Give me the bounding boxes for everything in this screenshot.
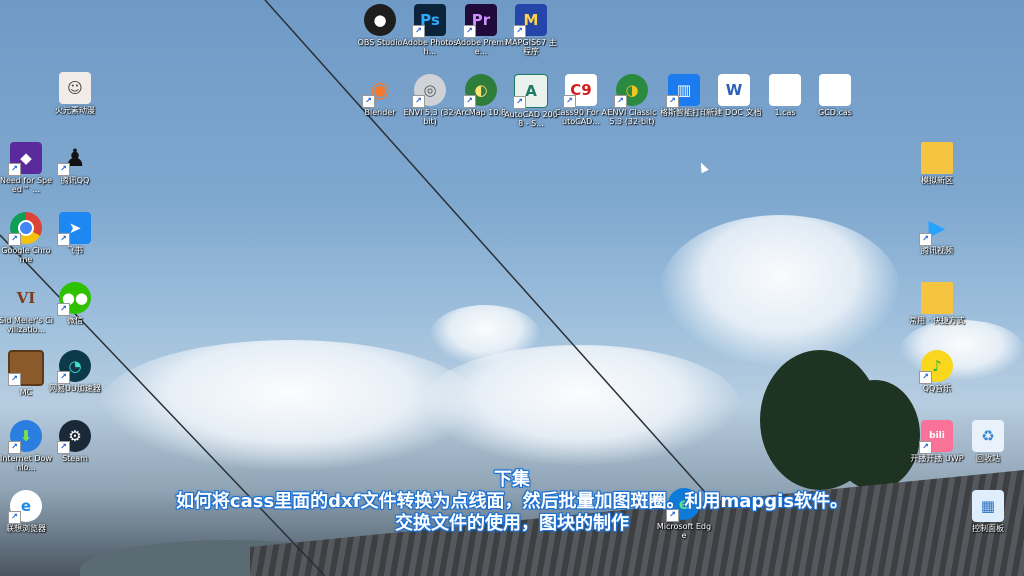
print-app-icon: ▥ ↗ [666,74,700,108]
tencent-video-icon: ▶ ↗ [919,212,953,246]
game-icon: ◆ ↗ [8,142,42,176]
steam-icon: ⚙ ↗ [57,420,91,454]
desktop-icon-uu[interactable]: ◔ ↗ 网易UU加速器 [47,350,103,393]
desktop-icon-qqmusic[interactable]: ♪ ↗ QQ音乐 [909,350,965,393]
qq-music-icon: ♪ ↗ [919,350,953,384]
icon-label: 腾讯视频 [921,246,953,255]
file-icon [819,74,851,106]
desktop-icon-folder1[interactable]: 模拟新区 [909,142,965,185]
desktop-icon-hengxing[interactable]: ▥ ↗ 格斯智能打印 [656,74,712,117]
civ-icon: VI [16,289,36,307]
desktop-icon-chrome[interactable]: ↗ Google Chrome [0,212,54,264]
icon-label: ENVI Classic 5.3 (32-bit) [607,108,657,126]
desktop-icon-premiere[interactable]: Pr ↗ Adobe Premie... [453,4,509,56]
icon-label: Adobe Premie... [455,38,507,56]
anime-icon: ☺ [59,72,91,104]
icon-label: Google Chrome [1,246,51,264]
arcmap-icon: ◐ ↗ [463,74,497,108]
recycle-bin-icon: ♻ [972,420,1004,452]
icon-label: 火元素动漫 [55,106,95,115]
desktop-icon-civ[interactable]: VI Sid Meier's Civilizatio... [0,282,54,334]
icon-label: GCD.cas [818,108,852,117]
mapgis-icon: M ↗ [513,4,547,38]
icon-label: Sid Meier's Civilizatio... [0,316,53,334]
icon-label: MAPGIS67 主程序 [505,38,557,56]
uu-accelerator-icon: ◔ ↗ [57,350,91,384]
icon-label: MC [19,388,33,397]
desktop-icon-autocad[interactable]: A ↗ AutoCAD 2008 - S... [503,74,559,128]
wechat-icon: ●● ↗ [57,282,91,316]
desktop-icon-qq[interactable]: ♟ ↗ 腾讯QQ [47,142,103,185]
folder-icon [921,282,953,314]
desktop-icon-cass90[interactable]: C9 ↗ Cass90 For AutoCAD... [553,74,609,126]
desktop-icon-wechat[interactable]: ●● ↗ 微信 [47,282,103,325]
icon-label: ArcMap 10.8 [455,108,507,117]
desktop-icon-steam[interactable]: ⚙ ↗ Steam [47,420,103,463]
icon-label: Blender [364,108,396,117]
desktop-icon-blender[interactable]: ◉ ↗ Blender [352,74,408,117]
icon-label: AutoCAD 2008 - S... [504,110,558,128]
autocad-icon: A ↗ [513,74,548,109]
envi-icon: ◎ ↗ [412,74,446,108]
icon-label: Cass90 For AutoCAD... [554,108,608,126]
icon-label: QQ音乐 [922,384,952,393]
blender-icon: ◉ ↗ [362,74,396,108]
qq-penguin-icon: ♟ ↗ [57,142,91,176]
desktop-icon-mapgis[interactable]: M ↗ MAPGIS67 主程序 [503,4,559,56]
desktop-icon-mc[interactable]: ↗ MC [0,350,54,397]
icon-label: 腾讯QQ [60,176,90,185]
premiere-icon: Pr ↗ [463,4,497,38]
desktop-icon-arcmap[interactable]: ◐ ↗ ArcMap 10.8 [453,74,509,117]
subtitle-line-3: 交换文件的使用，图块的制作 [395,513,629,534]
icon-label: ENVI 5.3 (32-bit) [403,108,457,126]
desktop-icon-envi53[interactable]: ◎ ↗ ENVI 5.3 (32-bit) [402,74,458,126]
icon-label: 微信 [67,316,83,325]
bilibili-icon: bili ↗ [919,420,953,454]
desktop-icon-photoshop[interactable]: Ps ↗ Adobe Photosh... [402,4,458,56]
obs-icon: ● [364,4,396,36]
icon-label: 模拟新区 [921,176,953,185]
chrome-icon: ↗ [8,212,42,246]
desktop-icon-huoshao[interactable]: ☺ 火元素动漫 [47,72,103,115]
icon-label: 开播开播 UWP [910,454,964,463]
desktop-icon-recycle-bin[interactable]: ♻ 回收站 [960,420,1016,463]
word-document-icon: W [718,74,750,106]
desktop-icon-feishu[interactable]: ➤ ↗ 飞书 [47,212,103,255]
desktop-icon-1cas[interactable]: 1.cas [757,74,813,117]
photoshop-icon: Ps ↗ [412,4,446,38]
desktop-icon-bilibili[interactable]: bili ↗ 开播开播 UWP [909,420,965,463]
minecraft-icon: ↗ [8,350,44,386]
desktop-icon-envi-classic[interactable]: ◑ ↗ ENVI Classic 5.3 (32-bit) [604,74,660,126]
icon-label: 飞书 [67,246,83,255]
folder-icon [921,142,953,174]
icon-label: 新建 DOC 文档 [706,108,762,117]
icon-label: 格斯智能打印 [660,108,708,117]
desktop-icon-obs[interactable]: ● OBS Studio [352,4,408,47]
desktop-icon-tencent-video[interactable]: ▶ ↗ 腾讯视频 [909,212,965,255]
download-manager-icon: ⬇ ↗ [8,420,42,454]
icon-label: Need for Speed™ ... [0,176,53,194]
icon-label: OBS Studio [357,38,403,47]
desktop-icon-new-doc[interactable]: W 新建 DOC 文档 [706,74,762,117]
feishu-icon: ➤ ↗ [57,212,91,246]
file-icon [769,74,801,106]
icon-label: Steam [62,454,88,463]
desktop-icon-nfs[interactable]: ◆ ↗ Need for Speed™ ... [0,142,54,194]
icon-label: 1.cas [774,108,796,117]
icon-label: Adobe Photosh... [402,38,458,56]
cass-icon: C9 ↗ [563,74,597,108]
icon-label: 回收站 [976,454,1000,463]
desktop-icon-gcd[interactable]: GCD.cas [807,74,863,117]
icon-label: 常用 · 快捷方式 [909,316,965,325]
desktop-icon-folder2[interactable]: 常用 · 快捷方式 [909,282,965,325]
globe-icon: ◑ ↗ [614,74,648,108]
icon-label: 网易UU加速器 [49,384,101,393]
